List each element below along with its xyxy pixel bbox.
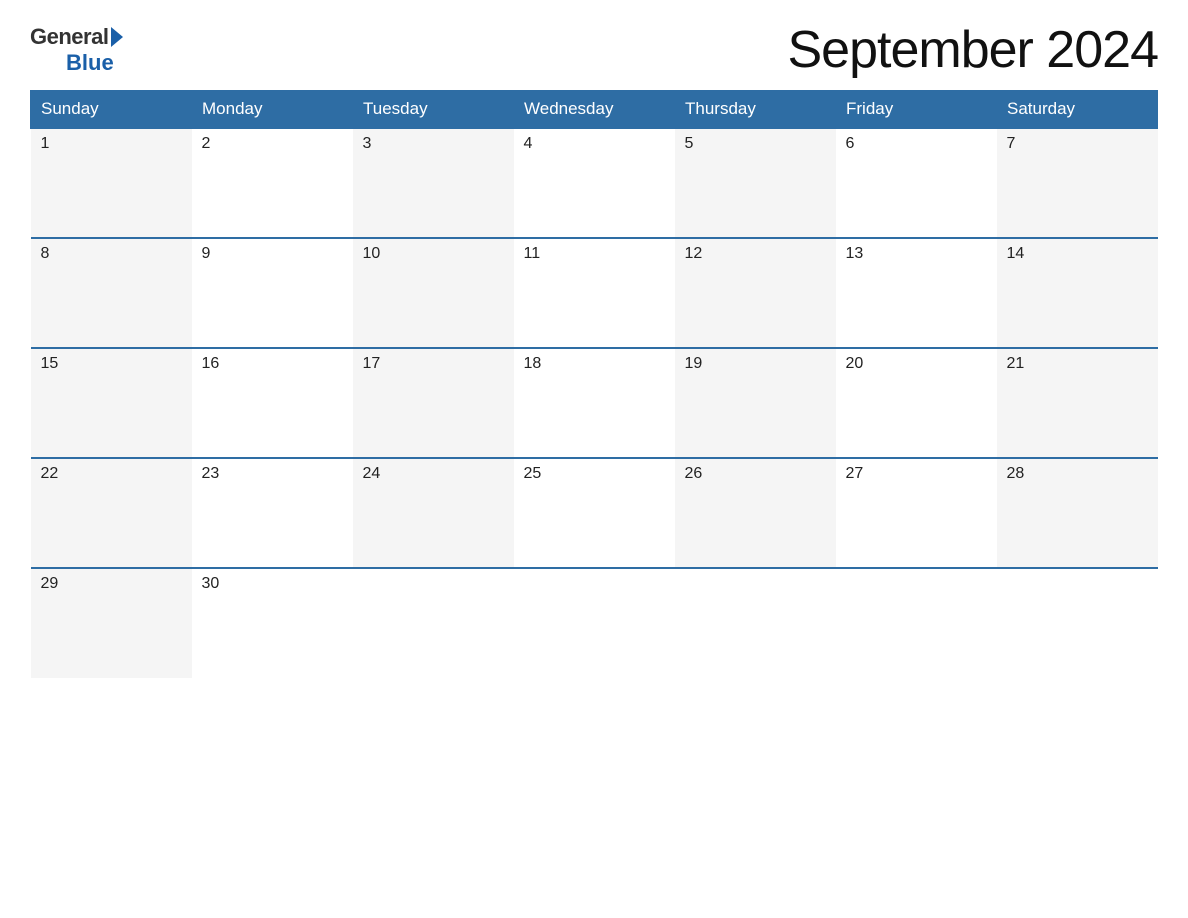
day-number: 12 [685, 245, 703, 262]
calendar-cell: 1 [31, 128, 192, 238]
calendar-cell: 25 [514, 458, 675, 568]
day-number: 2 [202, 135, 211, 152]
calendar-cell: 15 [31, 348, 192, 458]
calendar-cell: 20 [836, 348, 997, 458]
calendar-cell: 14 [997, 238, 1158, 348]
logo-general-text: General [30, 24, 108, 50]
calendar-cell: 13 [836, 238, 997, 348]
calendar-cell: 11 [514, 238, 675, 348]
day-number: 23 [202, 465, 220, 482]
header-saturday: Saturday [997, 91, 1158, 129]
calendar-cell [514, 568, 675, 678]
day-number: 27 [846, 465, 864, 482]
day-number: 29 [41, 575, 59, 592]
calendar-cell: 26 [675, 458, 836, 568]
calendar-cell: 6 [836, 128, 997, 238]
day-number: 14 [1007, 245, 1025, 262]
calendar-cell: 12 [675, 238, 836, 348]
day-number: 15 [41, 355, 59, 372]
week-row-4: 22 23 24 25 26 27 28 [31, 458, 1158, 568]
calendar-cell [836, 568, 997, 678]
day-number: 19 [685, 355, 703, 372]
day-number: 11 [524, 245, 541, 262]
day-number: 21 [1007, 355, 1025, 372]
calendar-cell: 9 [192, 238, 353, 348]
day-number: 1 [41, 135, 50, 152]
calendar-cell: 27 [836, 458, 997, 568]
calendar-cell: 29 [31, 568, 192, 678]
calendar-cell: 5 [675, 128, 836, 238]
day-number: 24 [363, 465, 381, 482]
calendar-cell: 10 [353, 238, 514, 348]
day-number: 30 [202, 575, 220, 592]
day-number: 13 [846, 245, 864, 262]
week-row-5: 29 30 [31, 568, 1158, 678]
header-sunday: Sunday [31, 91, 192, 129]
day-number: 5 [685, 135, 694, 152]
calendar-cell: 21 [997, 348, 1158, 458]
logo-blue-text: Blue [66, 50, 114, 76]
calendar-cell: 22 [31, 458, 192, 568]
week-row-3: 15 16 17 18 19 20 21 [31, 348, 1158, 458]
calendar-cell: 28 [997, 458, 1158, 568]
header-wednesday: Wednesday [514, 91, 675, 129]
logo-general-row: General [30, 24, 123, 50]
day-number: 22 [41, 465, 59, 482]
day-number: 26 [685, 465, 703, 482]
day-number: 18 [524, 355, 542, 372]
day-number: 6 [846, 135, 855, 152]
calendar-cell: 16 [192, 348, 353, 458]
logo: General Blue [30, 24, 123, 76]
calendar-cell: 3 [353, 128, 514, 238]
week-row-1: 1 2 3 4 5 6 7 [31, 128, 1158, 238]
day-number: 4 [524, 135, 533, 152]
header-tuesday: Tuesday [353, 91, 514, 129]
header-friday: Friday [836, 91, 997, 129]
calendar-cell: 18 [514, 348, 675, 458]
day-number: 16 [202, 355, 220, 372]
day-number: 28 [1007, 465, 1025, 482]
calendar-cell [997, 568, 1158, 678]
calendar-cell: 2 [192, 128, 353, 238]
calendar-cell [353, 568, 514, 678]
calendar-cell [675, 568, 836, 678]
calendar-table: Sunday Monday Tuesday Wednesday Thursday… [30, 90, 1158, 678]
weekday-header-row: Sunday Monday Tuesday Wednesday Thursday… [31, 91, 1158, 129]
logo-triangle-icon [111, 27, 123, 47]
logo-blue-row: Blue [30, 50, 114, 76]
day-number: 20 [846, 355, 864, 372]
calendar-cell: 30 [192, 568, 353, 678]
header-monday: Monday [192, 91, 353, 129]
day-number: 7 [1007, 135, 1016, 152]
month-title: September 2024 [788, 20, 1159, 80]
day-number: 3 [363, 135, 372, 152]
week-row-2: 8 9 10 11 12 13 14 [31, 238, 1158, 348]
day-number: 17 [363, 355, 381, 372]
calendar-cell: 17 [353, 348, 514, 458]
header-thursday: Thursday [675, 91, 836, 129]
calendar-cell: 7 [997, 128, 1158, 238]
calendar-cell: 8 [31, 238, 192, 348]
calendar-cell: 23 [192, 458, 353, 568]
page-header: General Blue September 2024 [30, 20, 1158, 80]
calendar-cell: 4 [514, 128, 675, 238]
calendar-cell: 19 [675, 348, 836, 458]
day-number: 25 [524, 465, 542, 482]
day-number: 10 [363, 245, 381, 262]
calendar-cell: 24 [353, 458, 514, 568]
day-number: 9 [202, 245, 211, 262]
day-number: 8 [41, 245, 50, 262]
